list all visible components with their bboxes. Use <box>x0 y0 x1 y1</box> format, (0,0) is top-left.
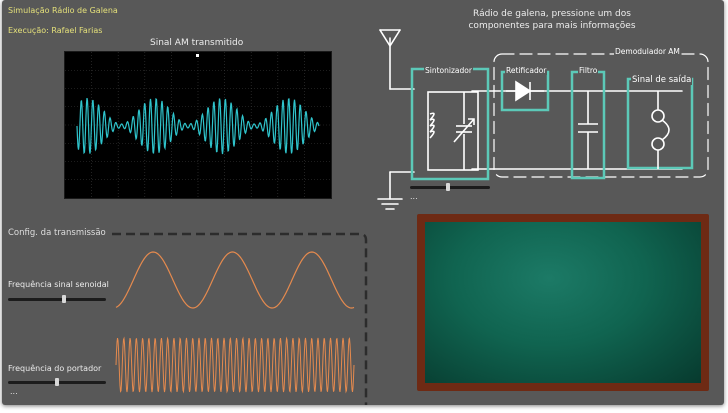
carrier-frequency-slider-thumb[interactable] <box>55 378 59 386</box>
tuner-slider[interactable] <box>410 183 490 191</box>
scope-title: Sinal AM transmitido <box>150 38 244 48</box>
coil-icon <box>429 112 435 139</box>
antenna-icon[interactable] <box>379 29 401 90</box>
chalkboard-frame <box>417 214 709 391</box>
diode-icon <box>506 80 544 102</box>
variable-capacitor-icon <box>453 92 475 170</box>
app-title: Simulação Rádio de Galena <box>8 6 118 15</box>
oscilloscope-svg <box>65 52 331 198</box>
filter-label: Filtro <box>578 66 599 75</box>
chalkboard-info-panel <box>425 222 701 383</box>
rectifier-label: Retificador <box>505 66 548 75</box>
earphone-icon <box>651 91 670 169</box>
carrier-frequency-slider[interactable] <box>8 378 106 386</box>
tuner-slider-thumb[interactable] <box>445 183 450 191</box>
carrier-frequency-label: Frequência do portador <box>8 364 102 373</box>
ground-icon <box>377 198 403 210</box>
carrier-wave-trace <box>115 336 355 394</box>
sine-frequency-slider-thumb[interactable] <box>61 295 66 303</box>
carrier-wave-plot <box>115 336 355 394</box>
tuner-slider-more[interactable]: ... <box>410 193 418 201</box>
app-window: Simulação Rádio de Galena Execução: Rafa… <box>2 0 724 405</box>
sine-frequency-slider[interactable] <box>8 295 106 303</box>
output-label: Sinal de saída <box>631 75 693 85</box>
carrier-slider-more[interactable]: ... <box>10 388 18 396</box>
filter-component[interactable] <box>570 70 606 180</box>
oscilloscope-display <box>64 51 332 199</box>
instruction-line-1: Rádio de galena, pressione um dos <box>473 9 631 19</box>
sine-wave-plot <box>115 251 355 309</box>
tuner-label: Sintonizador <box>424 66 473 75</box>
capacitor-icon <box>578 91 598 169</box>
rectifier-component[interactable] <box>500 70 550 112</box>
transmission-section-title: Config. da transmissão <box>8 228 106 238</box>
tuner-component[interactable] <box>410 67 490 181</box>
sine-frequency-label: Frequência sinal senoidal <box>8 280 109 289</box>
author-credit: Execução: Rafael Farias <box>8 26 103 35</box>
scope-trigger-marker <box>196 54 199 57</box>
demodulator-label: Demodulador AM <box>614 47 681 56</box>
sine-wave-trace <box>115 251 355 309</box>
output-component[interactable] <box>626 77 694 170</box>
